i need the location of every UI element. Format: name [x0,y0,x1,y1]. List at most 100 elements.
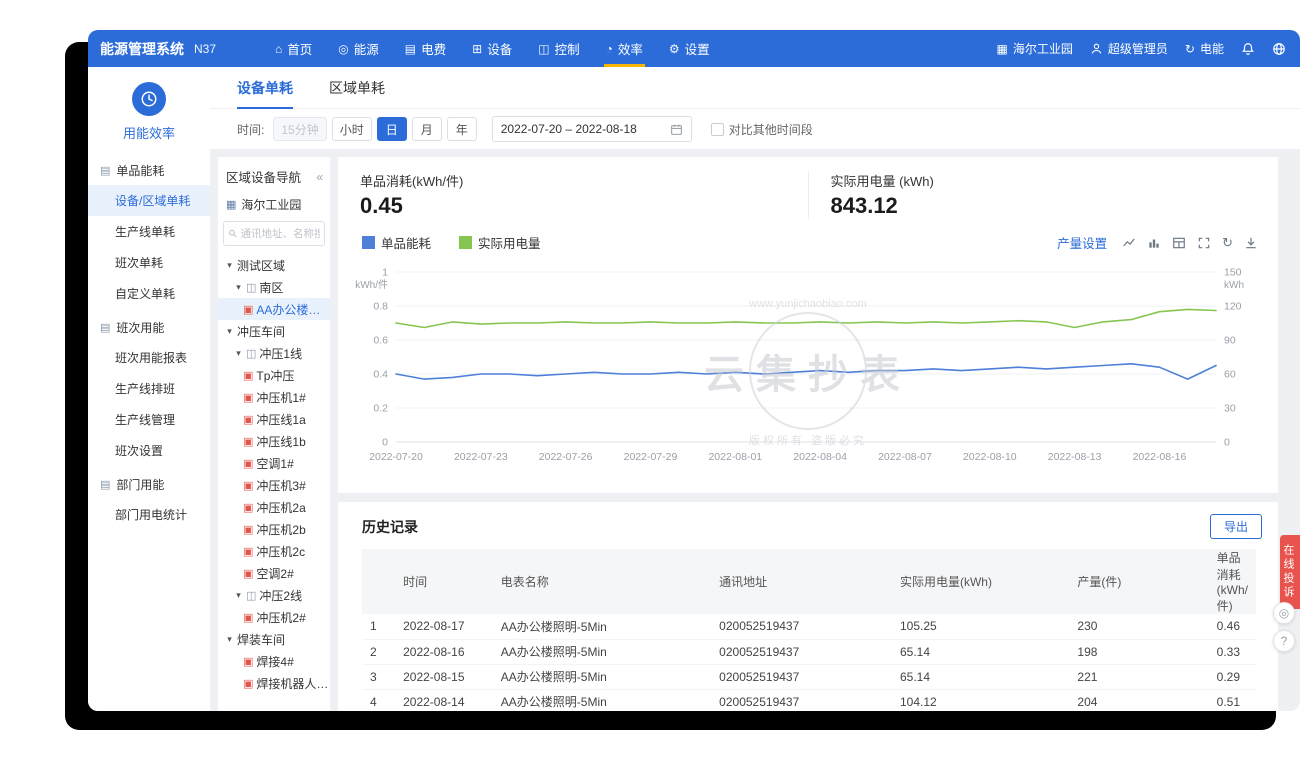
tree-node[interactable]: ▣ Tp冲压 [218,364,330,386]
stat-value: 0.45 [360,193,403,218]
tab-设备单耗[interactable]: 设备单耗 [237,67,293,109]
sidebar-title: 用能效率 [122,126,175,141]
sidebar-item[interactable]: 自定义单耗 [88,278,210,309]
table-header-cell: 电表名称 [492,549,712,614]
production-line-icon: ◫ [246,347,257,360]
stat-label: 单品消耗(kWh/件) [360,174,464,189]
tree-expand-icon[interactable]: ▾ [225,634,234,645]
tree-node[interactable]: ▾ ◫ 冲压1线 [218,342,330,364]
table-row[interactable]: 2 2022-08-16 AA办公楼照明-5Min 020052519437 65.14… [362,639,1256,665]
language-button[interactable] [1272,42,1286,56]
tree-node-label: 冲压车间 [237,324,286,339]
export-button[interactable]: 导出 [1209,514,1262,539]
download-icon[interactable] [1244,236,1258,250]
tree-node-label: 空调2# [256,566,294,581]
tree-node[interactable]: ▣ 冲压线1a [218,408,330,430]
granularity-button[interactable]: 日 [376,117,407,141]
topnav-item-control[interactable]: ◫ 控制 [525,30,592,67]
collapse-panel-icon[interactable]: « [316,170,323,184]
tree-node[interactable]: ▾ 测试区域 [218,254,330,276]
table-view-icon[interactable] [1172,236,1186,250]
chart-toolbar: 产量设置 ↻ [1057,233,1258,252]
sidebar-item[interactable]: 生产线单耗 [88,216,210,247]
tree-search-box [223,221,325,246]
bar-chart-icon[interactable] [1147,236,1161,250]
sidebar-item[interactable]: 班次单耗 [88,247,210,278]
legend-unit-consumption[interactable]: 单品能耗 [362,233,431,252]
tree-expand-icon[interactable]: ▾ [234,348,243,359]
globe-icon [1273,42,1285,55]
tree-node[interactable]: ▾ ◫ 南区 [218,276,330,298]
tree-node[interactable]: ▣ 焊接机器人C5 [218,672,330,694]
tree-node[interactable]: ▣ 冲压机1# [218,386,330,408]
energy-icon: ◎ [338,41,349,56]
table-cell: AA办公楼照明-5Min [492,664,712,690]
tree-park-root[interactable]: ▦ 海尔工业园 [218,194,330,221]
svg-text:2022-07-29: 2022-07-29 [624,451,678,463]
tree-node[interactable]: ▣ 冲压机2a [218,496,330,518]
legend-actual-usage[interactable]: 实际用电量 [459,233,541,252]
sidebar-item[interactable]: 班次设置 [88,435,210,466]
tree-expand-icon[interactable]: ▾ [234,590,243,601]
tree-node[interactable]: ▣ 焊接4# [218,650,330,672]
sidebar-item[interactable]: 部门用电统计 [88,499,210,530]
topnav-item-settings[interactable]: ⚙ 设置 [656,30,723,67]
sidebar-item[interactable]: 设备/区域单耗 [88,185,210,216]
svg-text:150: 150 [1224,267,1242,279]
topnav-item-efficiency[interactable]: ◔ 效率 [593,30,656,67]
tab-区域单耗[interactable]: 区域单耗 [329,67,385,108]
tree-node[interactable]: ▾ 冲压车间 [218,320,330,342]
table-body: 1 2022-08-17 AA办公楼照明-5Min 020052519437 105.2… [362,614,1256,711]
online-complaint-tab[interactable]: 在线投诉 [1280,535,1300,609]
table-row[interactable]: 1 2022-08-17 AA办公楼照明-5Min 020052519437 105.2… [362,614,1256,640]
svg-text:120: 120 [1224,301,1242,313]
granularity-button[interactable]: 年 [446,117,477,141]
legend-swatch-green [459,236,473,249]
tree-node[interactable]: ▾ ◫ 冲压2线 [218,584,330,606]
date-range-picker[interactable]: 2022-07-20 – 2022-08-18 [491,116,692,142]
production-settings-link[interactable]: 产量设置 [1057,233,1107,252]
tree-node[interactable]: ▣ 空调2# [218,562,330,584]
tree-expand-icon[interactable]: ▾ [234,282,243,293]
park-switcher[interactable]: ▦ 海尔工业园 [997,40,1073,57]
building-icon: ▦ [996,41,1008,56]
energy-type-switcher[interactable]: ↻ 电能 [1185,40,1224,57]
notifications-button[interactable] [1241,42,1255,56]
tree-node[interactable]: ▣ 冲压线1b [218,430,330,452]
tree-node[interactable]: ▣ 冲压机2c [218,540,330,562]
fullscreen-icon[interactable] [1197,236,1211,250]
meter-icon: ▣ [243,413,254,426]
tree-expand-icon[interactable]: ▾ [225,326,234,337]
table-cell: 2022-08-15 [395,664,493,690]
svg-text:2022-08-04: 2022-08-04 [793,451,847,463]
sidebar-item[interactable]: 生产线排班 [88,373,210,404]
topnav-item-energy[interactable]: ◎ 能源 [325,30,392,67]
top-navigation: 能源管理系统 N37 ⌂ 首页 ◎ 能源 ▤ 电费 ⊞ 设备 ◫ 控制 ◔ 效率 ⚙ 设置 ▦ 海尔工业园… [88,30,1300,67]
tree-search-input[interactable] [240,227,320,240]
help-button[interactable]: ? [1273,630,1295,652]
tree-node[interactable]: ▾ 焊装车间 [218,628,330,650]
sidebar-item[interactable]: 班次用能报表 [88,342,210,373]
granularity-button[interactable]: 月 [411,117,442,141]
svg-text:2022-08-01: 2022-08-01 [708,451,762,463]
topnav-item-fee[interactable]: ▤ 电费 [392,30,459,67]
tree-node[interactable]: ▣ 冲压机3# [218,474,330,496]
refresh-icon[interactable]: ↻ [1222,235,1233,251]
sidebar-item[interactable]: 生产线管理 [88,404,210,435]
tree-node[interactable]: ▣ 空调1# [218,452,330,474]
topnav-item-device[interactable]: ⊞ 设备 [459,30,525,67]
user-icon [1091,43,1102,54]
tree-node[interactable]: ▣ 冲压机2b [218,518,330,540]
tree-node[interactable]: ▣AA办公楼照明... [218,298,330,320]
feedback-button[interactable]: ◎ [1273,602,1295,624]
user-menu[interactable]: 超级管理员 [1090,40,1168,57]
table-row[interactable]: 4 2022-08-14 AA办公楼照明-5Min 020052519437 104.1… [362,689,1256,711]
app-brand-code: N37 [194,41,217,56]
compare-period-checkbox[interactable] [710,122,724,136]
topnav-item-home[interactable]: ⌂ 首页 [262,30,325,67]
tree-node[interactable]: ▣ 冲压机2# [218,606,330,628]
tree-expand-icon[interactable]: ▾ [225,260,234,271]
trend-chart-icon[interactable] [1122,236,1136,250]
table-row[interactable]: 3 2022-08-15 AA办公楼照明-5Min 020052519437 65.14… [362,664,1256,690]
granularity-button[interactable]: 小时 [331,117,372,141]
